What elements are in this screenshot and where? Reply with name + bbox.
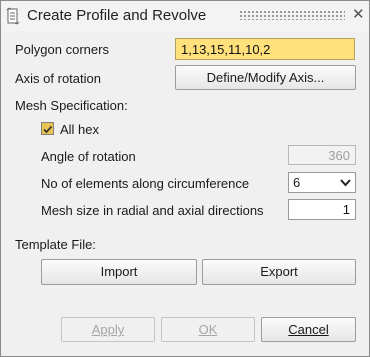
template-file-heading: Template File:: [15, 237, 96, 252]
cancel-button[interactable]: Cancel: [261, 317, 356, 342]
cancel-button-label: Cancel: [288, 322, 329, 337]
drag-grip-handle[interactable]: [239, 10, 345, 20]
close-icon[interactable]: ✕: [352, 5, 365, 23]
title-bar[interactable]: Create Profile and Revolve ✕: [1, 1, 369, 31]
import-button[interactable]: Import: [41, 259, 197, 285]
apply-button[interactable]: Apply: [61, 317, 155, 342]
all-hex-label: All hex: [60, 122, 100, 137]
mesh-specification-heading: Mesh Specification:: [15, 98, 128, 113]
define-modify-axis-button[interactable]: Define/Modify Axis...: [175, 65, 356, 90]
ok-button-label: OK: [198, 322, 218, 337]
scroll-document-icon: [6, 7, 20, 25]
polygon-corners-input[interactable]: [175, 38, 355, 60]
checkmark-icon: [43, 125, 53, 134]
ok-button[interactable]: OK: [161, 317, 255, 342]
circumference-elements-label: No of elements along circumference: [41, 176, 250, 191]
mesh-size-input[interactable]: [288, 199, 356, 220]
angle-of-rotation-label: Angle of rotation: [41, 149, 136, 164]
create-profile-revolve-dialog: Create Profile and Revolve ✕ Polygon cor…: [0, 0, 370, 357]
chevron-down-icon[interactable]: [337, 174, 354, 191]
polygon-corners-label: Polygon corners: [15, 42, 109, 57]
circumference-elements-select[interactable]: 6: [288, 172, 356, 193]
mesh-size-label: Mesh size in radial and axial directions: [41, 203, 264, 218]
export-button[interactable]: Export: [202, 259, 356, 285]
all-hex-checkbox[interactable]: [41, 122, 54, 135]
circumference-elements-value: 6: [293, 175, 301, 190]
axis-of-rotation-label: Axis of rotation: [15, 71, 101, 86]
apply-button-label: Apply: [91, 322, 125, 337]
angle-of-rotation-input: [288, 145, 356, 165]
dialog-title: Create Profile and Revolve: [27, 7, 207, 24]
